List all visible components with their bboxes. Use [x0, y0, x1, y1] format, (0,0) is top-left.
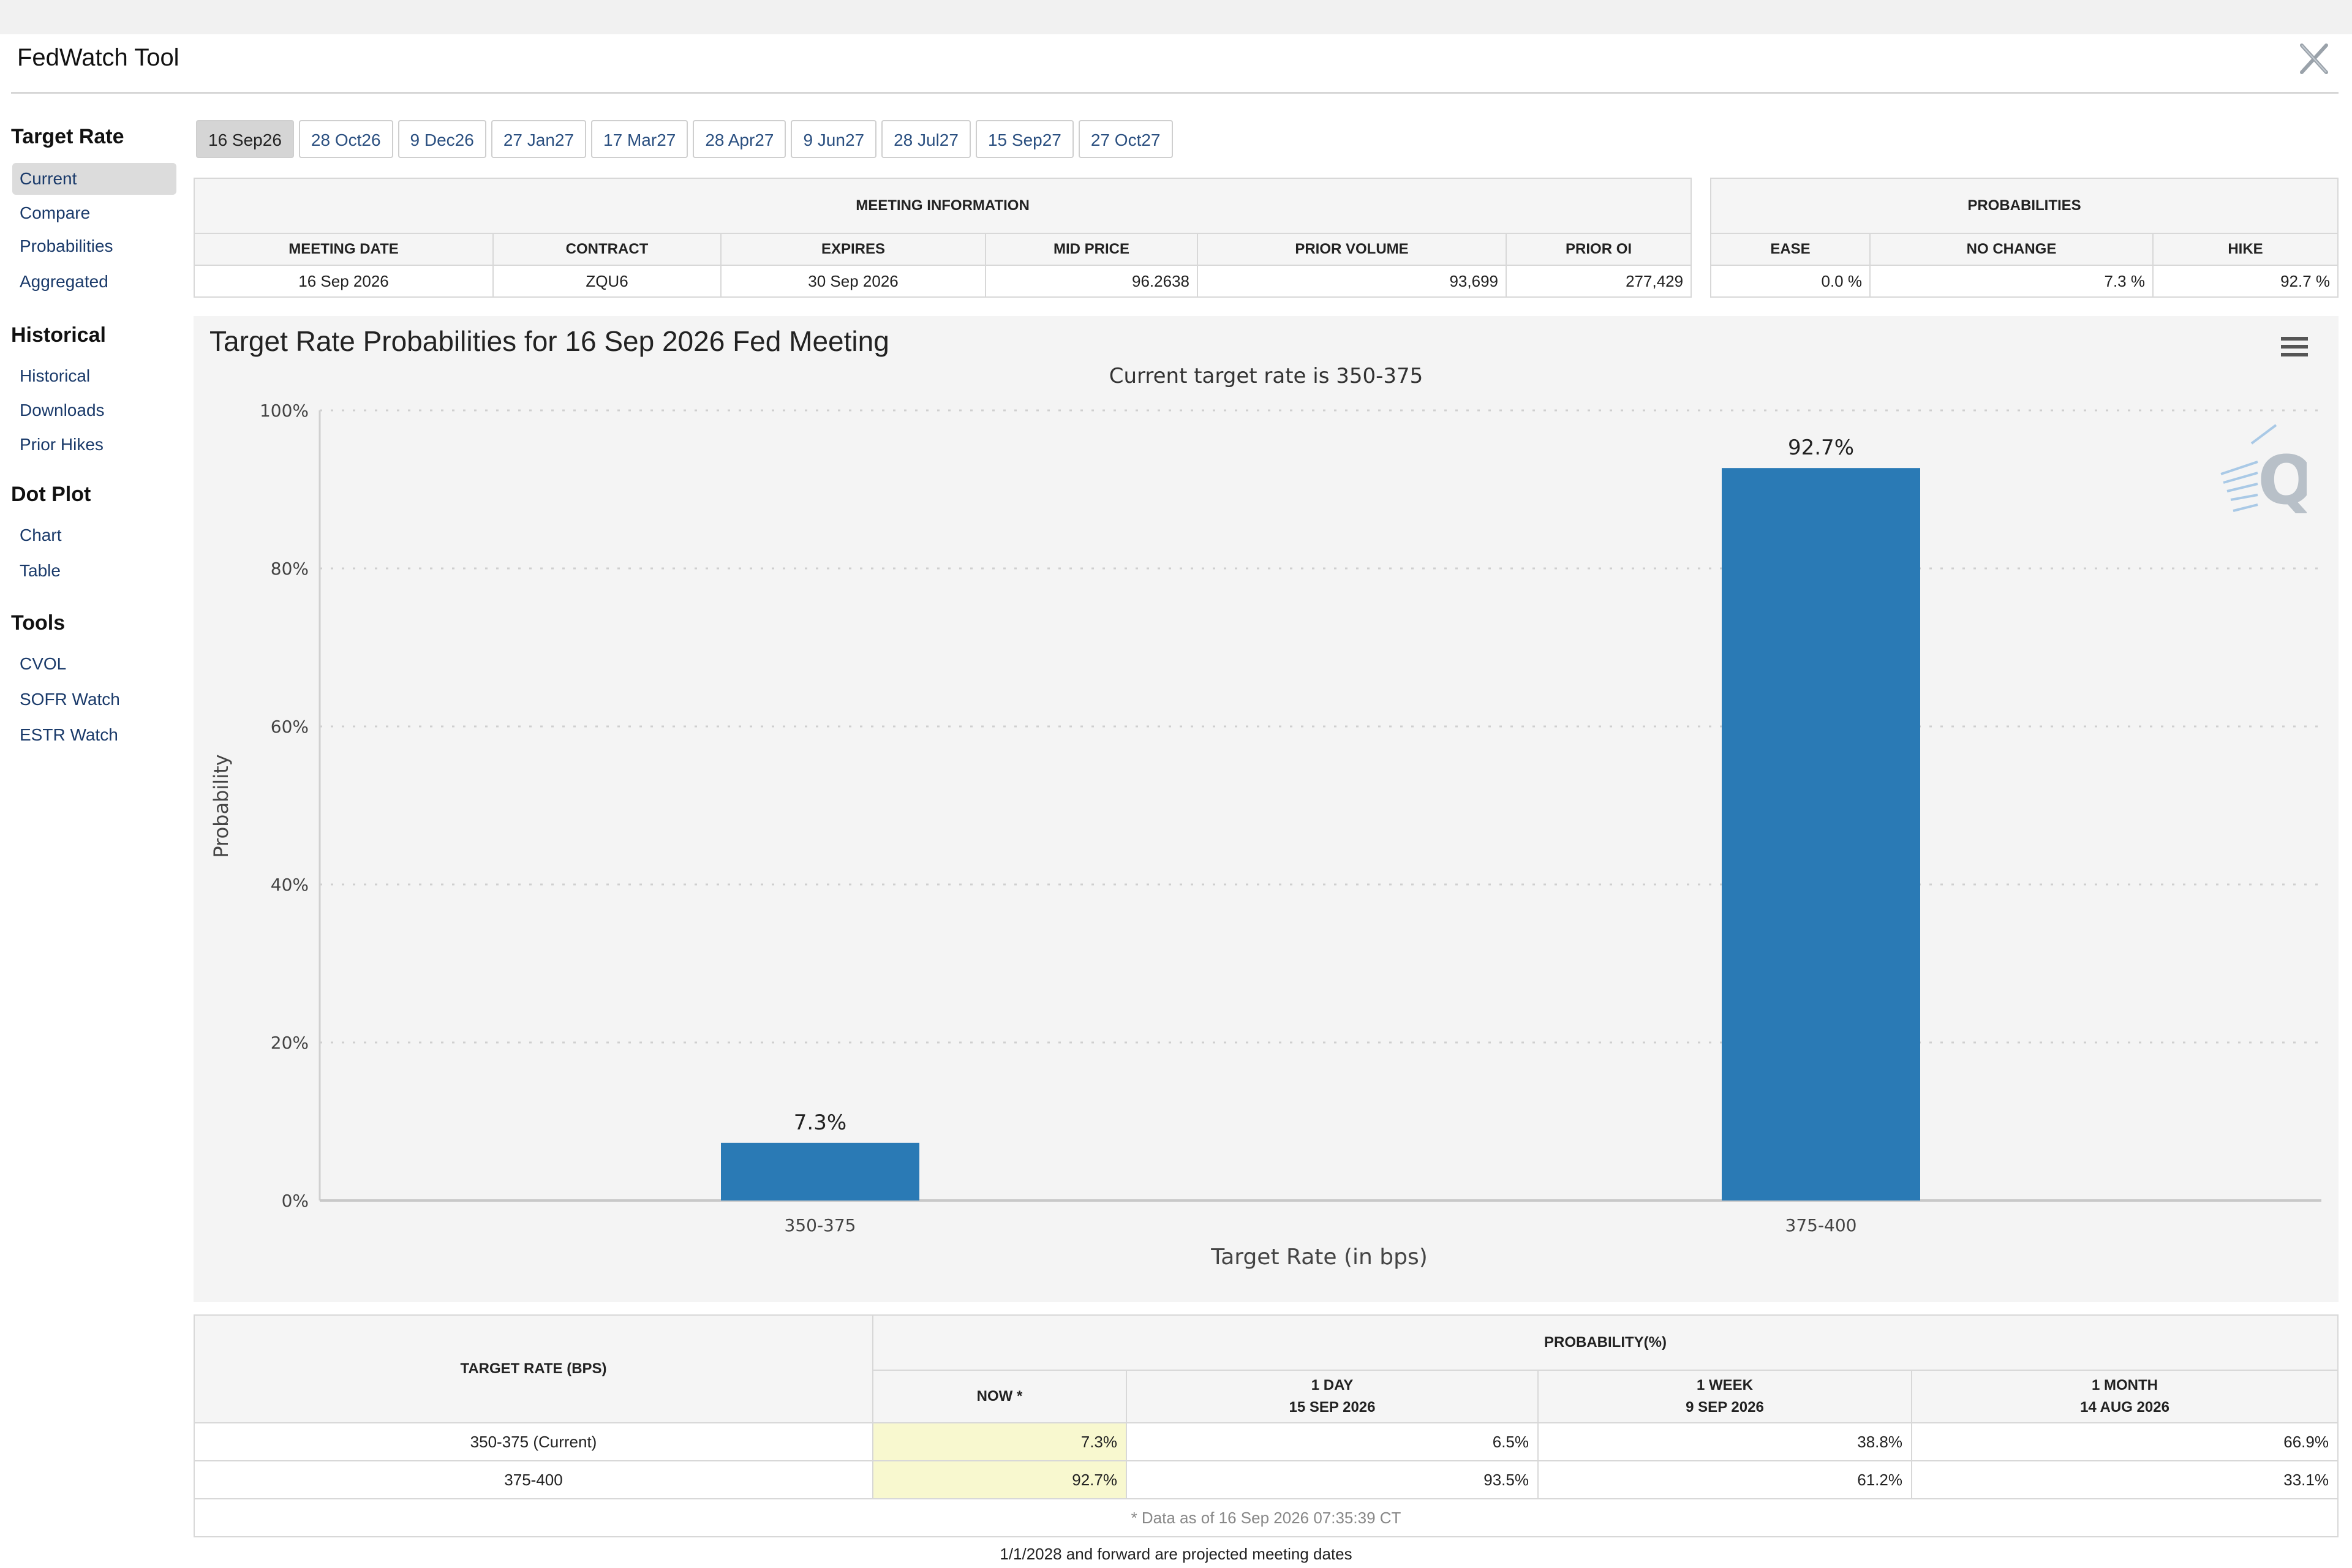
sidebar-item-probabilities[interactable]: Probabilities — [12, 230, 176, 262]
sidebar-item-chart[interactable]: Chart — [12, 519, 176, 551]
app-title: FedWatch Tool — [17, 44, 179, 71]
y-tick-label: 60% — [271, 717, 309, 737]
table-row: 350-375 (Current) 7.3% 6.5% 38.8% 66.9% — [194, 1422, 2339, 1461]
col-prior-oi: PRIOR OI — [1505, 233, 1692, 266]
target-rate-header: TARGET RATE (BPS) — [194, 1314, 873, 1423]
col-now: NOW * — [872, 1370, 1127, 1423]
tab-28-oct26[interactable]: 28 Oct26 — [298, 120, 393, 158]
data-timestamp-note: * Data as of 16 Sep 2026 07:35:39 CT — [194, 1498, 2339, 1537]
prior-oi-value: 277,429 — [1505, 265, 1692, 298]
col-1-day-date: 15 SEP 2026 — [1289, 1399, 1376, 1415]
tab-27-jan27[interactable]: 27 Jan27 — [491, 120, 587, 158]
sidebar-item-downloads[interactable]: Downloads — [12, 394, 176, 426]
y-tick-label: 20% — [271, 1033, 309, 1053]
sidebar-item-prior-hikes[interactable]: Prior Hikes — [12, 429, 176, 461]
meeting-info-heading: MEETING INFORMATION — [193, 178, 1692, 234]
col-1-week-date: 9 SEP 2026 — [1686, 1399, 1764, 1415]
expires-value: 30 Sep 2026 — [720, 265, 986, 298]
col-expires: EXPIRES — [720, 233, 986, 266]
rate-cell: 375-400 — [194, 1460, 873, 1499]
prior-volume-value: 93,699 — [1197, 265, 1507, 298]
col-1-month-date: 14 AUG 2026 — [2080, 1399, 2169, 1415]
meeting-date-value: 16 Sep 2026 — [194, 265, 494, 298]
bar-chart: 0% 20% 40% 60% 80% 100% 7.3% 350-375 92.7% 375-40… — [209, 401, 2321, 1270]
tab-17-mar27[interactable]: 17 Mar27 — [591, 120, 688, 158]
sidebar-heading-target-rate: Target Rate — [11, 125, 124, 148]
sidebar-item-estr-watch[interactable]: ESTR Watch — [12, 719, 176, 751]
ease-value: 0.0 % — [1710, 265, 1871, 298]
close-icon[interactable] — [2296, 40, 2332, 77]
bar-data-label: 7.3% — [794, 1110, 846, 1135]
col-1-week-label: 1 WEEK — [1696, 1377, 1753, 1393]
sidebar-item-aggregated[interactable]: Aggregated — [12, 266, 176, 298]
one-month-cell: 66.9% — [1911, 1422, 2339, 1461]
col-prior-volume: PRIOR VOLUME — [1197, 233, 1507, 266]
bar[interactable] — [721, 1142, 919, 1200]
y-tick-label: 0% — [282, 1191, 309, 1211]
title-divider — [11, 92, 2339, 94]
y-axis-title: Probability — [209, 754, 233, 858]
col-now-label: NOW * — [976, 1388, 1023, 1404]
tab-28-apr27[interactable]: 28 Apr27 — [693, 120, 786, 158]
one-day-cell: 93.5% — [1126, 1460, 1539, 1499]
sidebar-heading-dot-plot: Dot Plot — [11, 483, 91, 506]
sidebar-item-historical[interactable]: Historical — [12, 360, 176, 392]
x-tick-label: 375-400 — [1785, 1215, 1857, 1235]
footer-note: 1/1/2028 and forward are projected meeti… — [1000, 1545, 1352, 1563]
one-month-cell: 33.1% — [1911, 1460, 2339, 1499]
col-ease: EASE — [1710, 233, 1871, 266]
col-mid-price: MID PRICE — [985, 233, 1198, 266]
hike-value: 92.7 % — [2152, 265, 2339, 298]
no-change-value: 7.3 % — [1869, 265, 2154, 298]
sidebar-item-compare[interactable]: Compare — [12, 197, 176, 229]
probability-history-table: TARGET RATE (BPS) PROBABILITY(%) NOW * 1… — [194, 1314, 2339, 1537]
y-tick-label: 40% — [271, 875, 309, 895]
probabilities-heading: PROBABILITIES — [1709, 178, 2339, 234]
tab-9-dec26[interactable]: 9 Dec26 — [398, 120, 486, 158]
one-day-cell: 6.5% — [1126, 1422, 1539, 1461]
col-contract: CONTRACT — [492, 233, 722, 266]
chart-panel: Target Rate Probabilities for 16 Sep 202… — [194, 316, 2339, 1302]
x-axis-title: Target Rate (in bps) — [1210, 1245, 1428, 1270]
tab-9-jun27[interactable]: 9 Jun27 — [791, 120, 877, 158]
probability-header: PROBABILITY(%) — [872, 1314, 2339, 1371]
now-cell: 92.7% — [872, 1460, 1127, 1499]
col-no-change: NO CHANGE — [1869, 233, 2154, 266]
sidebar-item-table[interactable]: Table — [12, 555, 176, 587]
now-cell: 7.3% — [872, 1422, 1127, 1461]
tab-15-sep27[interactable]: 15 Sep27 — [975, 120, 1074, 158]
table-row: 375-400 92.7% 93.5% 61.2% 33.1% — [194, 1460, 2339, 1499]
tab-27-oct27[interactable]: 27 Oct27 — [1078, 120, 1173, 158]
bar[interactable] — [1722, 468, 1920, 1201]
x-tick-label: 350-375 — [785, 1215, 856, 1235]
y-tick-label: 100% — [260, 401, 309, 421]
y-tick-label: 80% — [271, 559, 309, 579]
col-1-day-label: 1 DAY — [1311, 1377, 1354, 1393]
top-strip — [0, 0, 2352, 34]
contract-value: ZQU6 — [492, 265, 722, 298]
one-week-cell: 61.2% — [1537, 1460, 1912, 1499]
sidebar-heading-tools: Tools — [11, 611, 66, 635]
sidebar-heading-historical: Historical — [11, 323, 106, 347]
col-hike: HIKE — [2152, 233, 2339, 266]
probabilities-summary-table: PROBABILITIES EASE NO CHANGE HIKE 0.0 % … — [1709, 178, 2339, 298]
col-meeting-date: MEETING DATE — [194, 233, 494, 266]
sidebar-item-cvol[interactable]: CVOL — [12, 648, 176, 680]
meeting-info-table: MEETING INFORMATION MEETING DATE CONTRAC… — [193, 178, 1692, 298]
sidebar-item-sofr-watch[interactable]: SOFR Watch — [12, 684, 176, 715]
col-1-month: 1 MONTH 14 AUG 2026 — [1911, 1370, 2339, 1423]
one-week-cell: 38.8% — [1537, 1422, 1912, 1461]
col-1-month-label: 1 MONTH — [2092, 1377, 2158, 1393]
col-1-week: 1 WEEK 9 SEP 2026 — [1537, 1370, 1912, 1423]
tab-16-sep26[interactable]: 16 Sep26 — [196, 120, 294, 158]
mid-price-value: 96.2638 — [985, 265, 1198, 298]
col-1-day: 1 DAY 15 SEP 2026 — [1126, 1370, 1539, 1423]
rate-cell: 350-375 (Current) — [194, 1422, 873, 1461]
meeting-tabs: 16 Sep26 28 Oct26 9 Dec26 27 Jan27 17 Ma… — [196, 120, 1173, 160]
sidebar-item-current[interactable]: Current — [12, 163, 176, 195]
bar-data-label: 92.7% — [1788, 435, 1854, 460]
tab-28-jul27[interactable]: 28 Jul27 — [881, 120, 971, 158]
